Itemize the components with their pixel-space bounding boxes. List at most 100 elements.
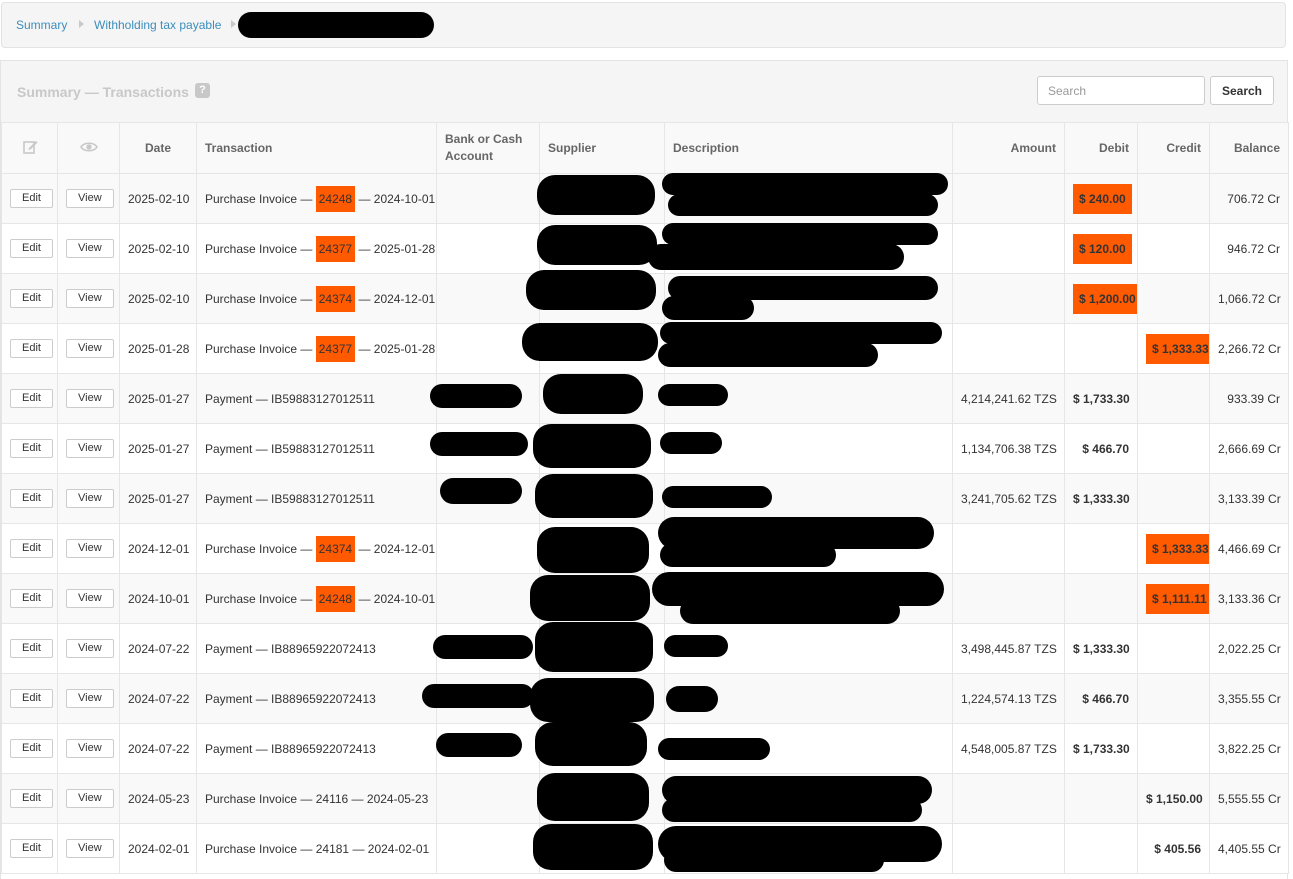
edit-button[interactable]: Edit [10, 239, 53, 258]
date-cell: 2025-01-27 [119, 373, 197, 424]
help-icon[interactable]: ? [195, 83, 210, 98]
credit-cell: $ 1,111.11 [1137, 573, 1210, 624]
edit-button[interactable]: Edit [10, 689, 53, 708]
column-header-amount[interactable]: Amount [952, 122, 1065, 174]
transaction-ref: 24377 [315, 235, 356, 262]
chevron-right-icon [79, 20, 84, 28]
transaction-ref-date: 2025-01-28 [373, 241, 436, 256]
transaction-cell: Purchase Invoice — 24374 — 2024-12-01 [196, 273, 437, 324]
transaction-ref: 24377 [315, 335, 356, 362]
credit-text: $ 1,333.33 [1146, 333, 1209, 364]
redaction-mark [658, 738, 770, 760]
account-cell [436, 223, 540, 274]
transaction-ref-date: 2024-10-01 [373, 591, 436, 606]
debit-cell: $ 466.70 [1064, 423, 1138, 474]
view-button[interactable]: View [66, 389, 114, 408]
debit-text: $ 1,333.30 [1073, 491, 1130, 506]
view-button[interactable]: View [66, 739, 114, 758]
edit-button[interactable]: Edit [10, 389, 53, 408]
account-cell [436, 273, 540, 324]
edit-button[interactable]: Edit [10, 339, 53, 358]
search-button[interactable]: Search [1210, 76, 1274, 105]
redaction-mark [440, 478, 522, 504]
column-header-transaction[interactable]: Transaction [196, 122, 437, 174]
edit-button[interactable]: Edit [10, 739, 53, 758]
transaction-ref-date: 2025-01-28 [373, 341, 436, 356]
redaction-mark [238, 12, 434, 38]
redaction-mark [433, 635, 533, 659]
edit-button[interactable]: Edit [10, 589, 53, 608]
transaction-ref: 24116 [315, 791, 349, 806]
date-text: 2024-07-22 [128, 641, 190, 656]
transaction-type: Payment [205, 441, 253, 456]
column-header-balance[interactable]: Balance [1209, 122, 1289, 174]
redaction-mark [535, 474, 653, 518]
view-cell: View [57, 523, 120, 574]
search-input[interactable] [1037, 76, 1205, 105]
view-button[interactable]: View [66, 589, 114, 608]
transaction-ref-date: 2024-10-01 [373, 191, 436, 206]
edit-button[interactable]: Edit [10, 439, 53, 458]
panel-header: Summary — Transactions ? Search [1, 61, 1287, 123]
transaction-ref: 24181 [315, 841, 350, 856]
redaction-mark [666, 686, 718, 712]
edit-button[interactable]: Edit [10, 639, 53, 658]
transaction-cell: Payment — IB88965922072413 [196, 673, 437, 724]
balance-cell: 946.72 Cr [1209, 223, 1289, 274]
view-button[interactable]: View [66, 639, 114, 658]
date-cell: 2025-02-10 [119, 273, 197, 324]
edit-button[interactable]: Edit [10, 539, 53, 558]
balance-text: 4,466.69 Cr [1218, 541, 1281, 556]
breadcrumb-withholding-tax-link[interactable]: Withholding tax payable [94, 18, 221, 32]
column-header-supplier[interactable]: Supplier [539, 122, 665, 174]
debit-text: $ 466.70 [1082, 691, 1129, 706]
view-button[interactable]: View [66, 539, 114, 558]
transaction-cell: Purchase Invoice — 24116 — 2024-05-23 [196, 773, 437, 824]
redaction-mark [662, 173, 948, 195]
redaction-mark [526, 270, 656, 310]
column-header-debit[interactable]: Debit [1064, 122, 1138, 174]
date-cell: 2025-02-10 [119, 173, 197, 224]
view-button[interactable]: View [66, 689, 114, 708]
view-button[interactable]: View [66, 239, 114, 258]
amount-cell [952, 523, 1065, 574]
edit-button[interactable]: Edit [10, 189, 53, 208]
column-header-view [57, 122, 120, 174]
edit-button[interactable]: Edit [10, 789, 53, 808]
edit-button[interactable]: Edit [10, 489, 53, 508]
column-header-description[interactable]: Description [664, 122, 953, 174]
column-header-credit[interactable]: Credit [1137, 122, 1210, 174]
date-cell: 2024-02-01 [119, 823, 197, 874]
amount-cell: 1,134,706.38 TZS [952, 423, 1065, 474]
transaction-ref-date: 2024-12-01 [373, 291, 436, 306]
redaction-mark [533, 424, 651, 468]
amount-cell [952, 223, 1065, 274]
debit-cell: $ 1,733.30 [1064, 723, 1138, 774]
column-header-account[interactable]: Bank or Cash Account [436, 122, 540, 174]
edit-button[interactable]: Edit [10, 839, 53, 858]
view-cell: View [57, 823, 120, 874]
redaction-mark [662, 296, 754, 320]
transaction-ref: 24248 [315, 585, 356, 612]
edit-cell: Edit [1, 573, 58, 624]
edit-button[interactable]: Edit [10, 289, 53, 308]
transaction-type: Purchase Invoice [205, 591, 298, 606]
date-cell: 2024-10-01 [119, 573, 197, 624]
view-button[interactable]: View [66, 339, 114, 358]
debit-cell [1064, 323, 1138, 374]
view-button[interactable]: View [66, 839, 114, 858]
view-button[interactable]: View [66, 439, 114, 458]
redaction-mark [662, 223, 938, 245]
view-button[interactable]: View [66, 489, 114, 508]
balance-text: 3,133.39 Cr [1218, 491, 1281, 506]
view-cell: View [57, 423, 120, 474]
view-button[interactable]: View [66, 789, 114, 808]
view-button[interactable]: View [66, 289, 114, 308]
amount-cell [952, 323, 1065, 374]
column-header-date[interactable]: Date [119, 122, 197, 174]
view-button[interactable]: View [66, 189, 114, 208]
transaction-type: Purchase Invoice [205, 341, 298, 356]
balance-cell: 3,133.36 Cr [1209, 573, 1289, 624]
debit-cell: $ 1,200.00 [1064, 273, 1138, 324]
breadcrumb-summary-link[interactable]: Summary [16, 18, 67, 32]
